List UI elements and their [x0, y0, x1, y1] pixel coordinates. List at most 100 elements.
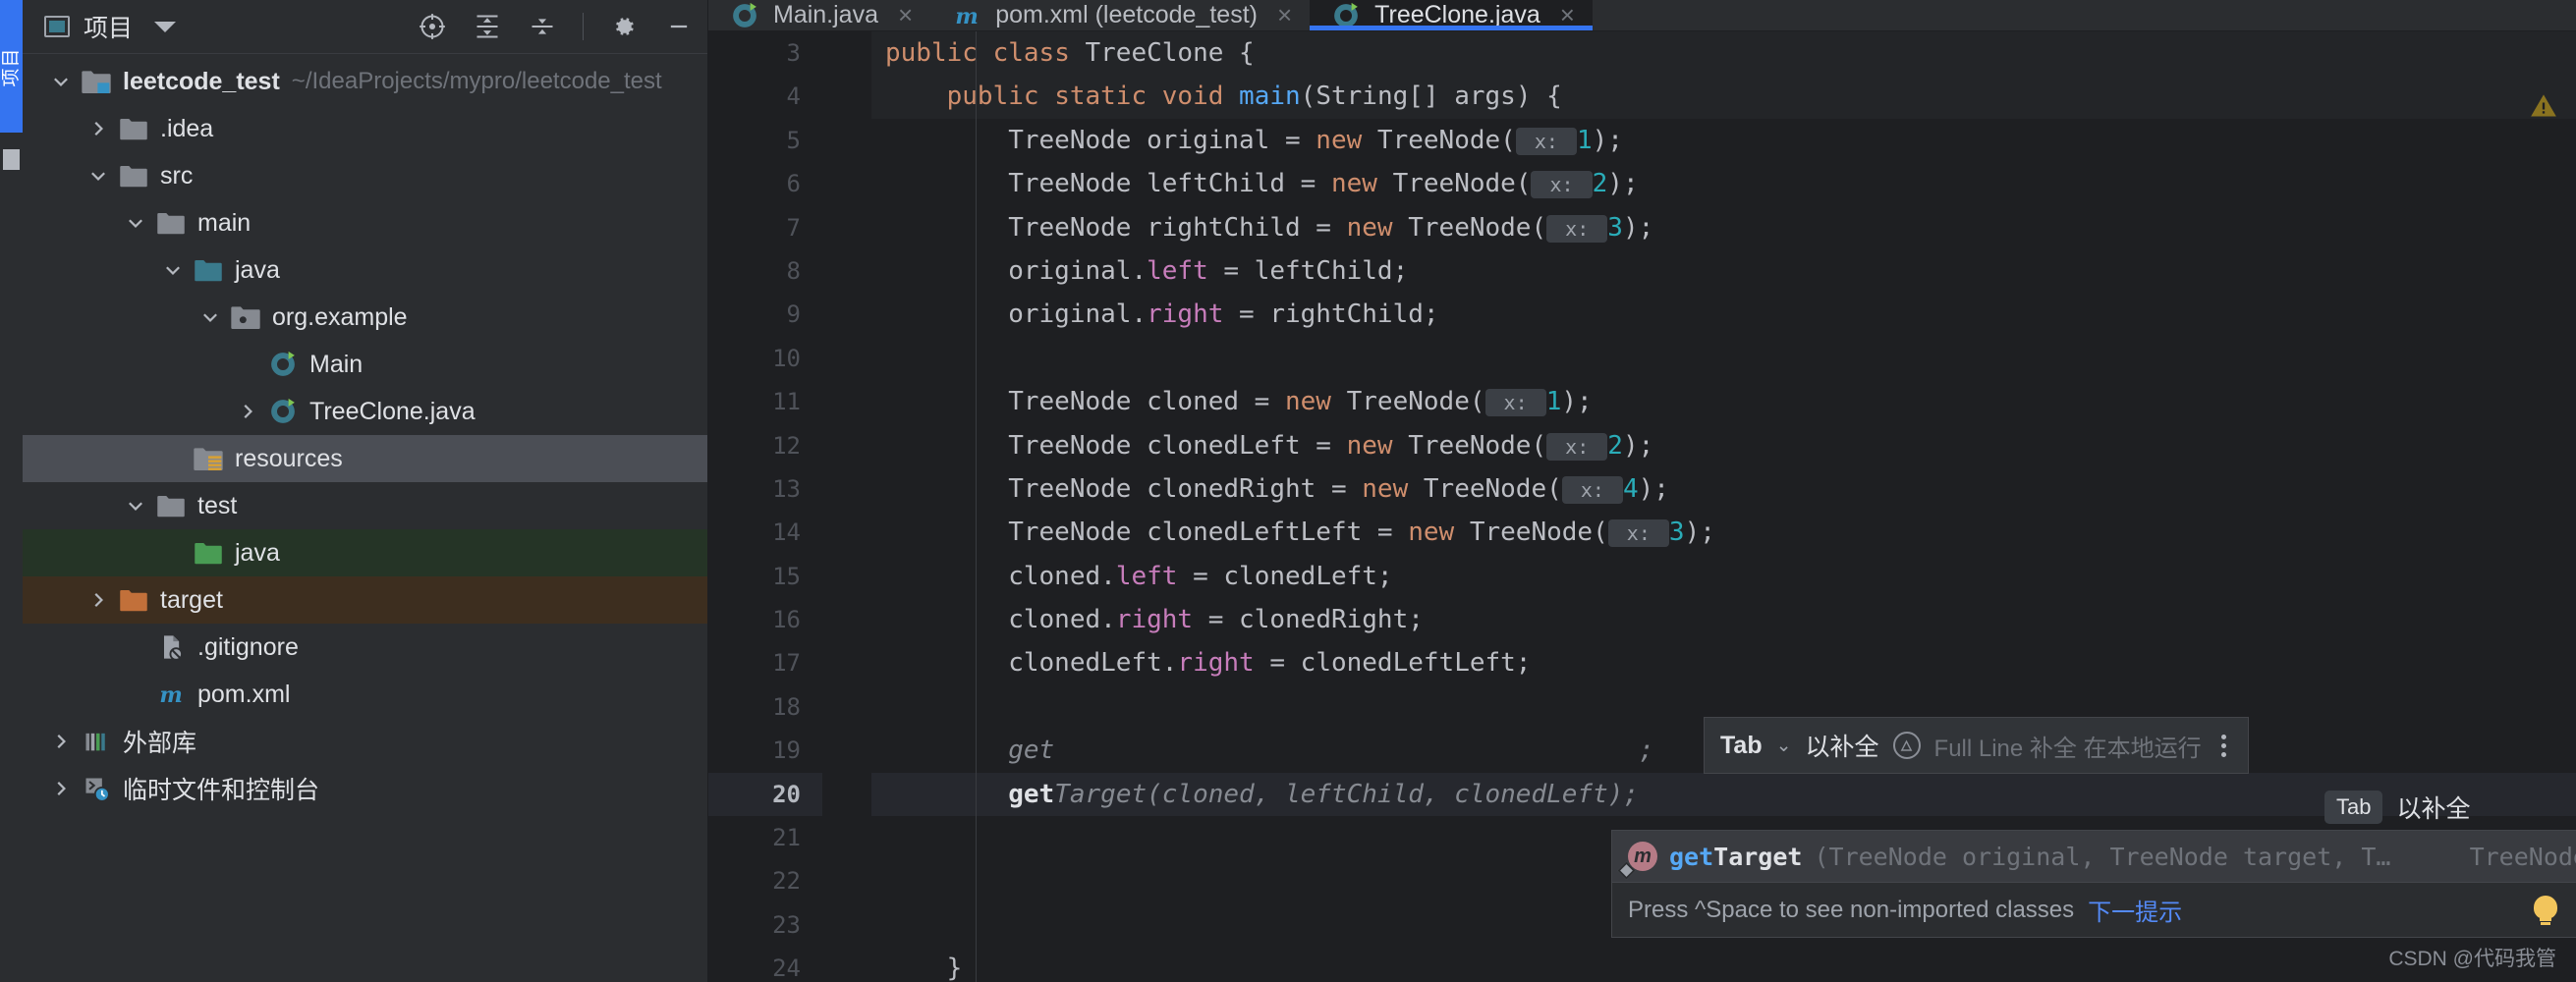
tree-row-target[interactable]: target	[23, 576, 707, 624]
completion-footer: Press ^Space to see non-imported classes…	[1612, 882, 2576, 937]
line-number-gutter[interactable]: 3 4 5 6 7 8 9 10 11 12 13 14 15 16 17 18 19 20 21 22 23 24	[708, 31, 822, 982]
code-line[interactable]: cloned.left = clonedLeft;	[871, 555, 2576, 598]
locate-icon[interactable]	[418, 12, 447, 41]
line-number[interactable]: 18	[708, 685, 822, 729]
tree-row-main[interactable]: main	[23, 199, 707, 246]
tree-row-resources[interactable]: resources	[23, 435, 707, 482]
line-number[interactable]: 11	[708, 380, 822, 423]
line-number[interactable]: 21	[708, 816, 822, 859]
collapse-all-icon[interactable]	[528, 12, 557, 41]
tree-row-label: src	[160, 161, 194, 190]
project-tree[interactable]: leetcode_test ~/IdeaProjects/mypro/leetco…	[23, 54, 707, 982]
line-number[interactable]: 22	[708, 859, 822, 902]
code-line[interactable]	[871, 337, 2576, 380]
completion-item[interactable]: m getTarget (TreeNode original, TreeNode…	[1612, 831, 2576, 882]
close-icon[interactable]: ×	[1560, 0, 1575, 30]
line-number[interactable]: 4	[708, 75, 822, 118]
tree-arrow-right-icon[interactable]	[82, 118, 115, 139]
tree-arrow-right-icon[interactable]	[82, 589, 115, 611]
tree-row-java[interactable]: java	[23, 246, 707, 294]
line-number[interactable]: 15	[708, 555, 822, 598]
line-number[interactable]: 24	[708, 947, 822, 982]
tree-arrow-right-icon[interactable]	[231, 401, 264, 422]
code-line[interactable]: TreeNode clonedRight = new TreeNode( x: …	[871, 467, 2576, 511]
tree-row----[interactable]: 外部库	[23, 718, 707, 765]
code-line[interactable]: original.right = rightChild;	[871, 293, 2576, 336]
excluded-folder-icon	[115, 587, 152, 613]
code-line[interactable]: }	[871, 947, 2576, 982]
line-number[interactable]: 3	[708, 31, 822, 75]
editor-tab-treeclone[interactable]: TreeClone.java ×	[1310, 0, 1593, 30]
line-number[interactable]: 12	[708, 424, 822, 467]
warning-triangle-icon[interactable]	[2529, 92, 2558, 125]
line-number[interactable]: 23	[708, 903, 822, 947]
code-line[interactable]: TreeNode original = new TreeNode( x: 1);	[871, 119, 2576, 162]
line-number[interactable]: 19	[708, 729, 822, 772]
close-icon[interactable]: ×	[898, 0, 913, 30]
chevron-down-icon[interactable]	[154, 21, 177, 32]
line-number[interactable]: 8	[708, 249, 822, 293]
code-token: left	[1147, 255, 1208, 286]
code-line[interactable]: clonedLeft.right = clonedLeftLeft;	[871, 641, 2576, 684]
tree-row-main[interactable]: Main	[23, 341, 707, 388]
code-token: x:	[1607, 519, 1669, 548]
code-line[interactable]: original.left = leftChild;	[871, 249, 2576, 293]
line-number[interactable]: 9	[708, 293, 822, 336]
tree-arrow-down-icon[interactable]	[82, 165, 115, 187]
line-number[interactable]: 16	[708, 598, 822, 641]
tree-row-.idea[interactable]: .idea	[23, 105, 707, 152]
code-token: x:	[1561, 475, 1623, 504]
code-line[interactable]: cloned.right = clonedRight;	[871, 598, 2576, 641]
line-number[interactable]: 17	[708, 641, 822, 684]
line-number[interactable]: 20	[708, 772, 822, 817]
tree-arrow-right-icon[interactable]	[44, 778, 78, 799]
next-tip-link[interactable]: 下一提示	[2088, 893, 2182, 927]
tree-row-treeclone.java[interactable]: TreeClone.java	[23, 388, 707, 435]
more-options-icon[interactable]	[2571, 899, 2576, 921]
tree-arrow-down-icon[interactable]	[156, 259, 190, 281]
code-line[interactable]: TreeNode cloned = new TreeNode( x: 1);	[871, 380, 2576, 423]
tree-row-.gitignore[interactable]: .gitignore	[23, 624, 707, 671]
line-number[interactable]: 14	[708, 511, 822, 554]
fullline-completion-popup[interactable]: Tab ⌄ 以补全 Full Line 补全 在本地运行	[1704, 717, 2249, 774]
line-number[interactable]: 10	[708, 337, 822, 380]
line-number[interactable]: 7	[708, 206, 822, 249]
expand-all-icon[interactable]	[473, 12, 502, 41]
tree-row-org.example[interactable]: org.example	[23, 294, 707, 341]
close-icon[interactable]: ×	[1277, 0, 1292, 30]
line-number[interactable]: 5	[708, 119, 822, 162]
code-line[interactable]: TreeNode leftChild = new TreeNode( x: 2)…	[871, 162, 2576, 205]
code-line[interactable]: TreeNode rightChild = new TreeNode( x: 3…	[871, 206, 2576, 249]
tree-row-src[interactable]: src	[23, 152, 707, 199]
tree-arrow-down-icon[interactable]	[119, 212, 152, 234]
tree-row---------[interactable]: 临时文件和控制台	[23, 765, 707, 812]
tree-row-test[interactable]: test	[23, 482, 707, 529]
code-line[interactable]: public class TreeClone {	[871, 31, 2576, 76]
settings-gear-icon[interactable]	[609, 12, 639, 41]
code-line[interactable]: TreeNode clonedLeftLeft = new TreeNode( …	[871, 511, 2576, 554]
inline-tab-hint[interactable]: Tab 以补全	[2324, 790, 2471, 825]
minimize-icon[interactable]	[664, 12, 694, 41]
tree-row-leetcode_test[interactable]: leetcode_test ~/IdeaProjects/mypro/leetco…	[23, 58, 707, 105]
editor-tab-main[interactable]: Main.java ×	[708, 0, 930, 30]
tree-arrow-right-icon[interactable]	[44, 731, 78, 752]
code-line[interactable]: public static void main(String[] args) {	[871, 75, 2576, 119]
code-line[interactable]: getTarget(cloned, leftChild, clonedLeft)…	[871, 772, 2576, 817]
line-number[interactable]: 13	[708, 467, 822, 511]
lightbulb-icon[interactable]	[2534, 895, 2557, 925]
editor-tabbar[interactable]: Main.java × m pom.xml (leetcode_test) × TreeC…	[708, 0, 2576, 31]
chevron-down-icon[interactable]: ⌄	[1776, 735, 1792, 757]
tree-row-pom.xml[interactable]: m pom.xml	[23, 671, 707, 718]
tree-arrow-down-icon[interactable]	[194, 306, 227, 328]
tree-arrow-down-icon[interactable]	[44, 71, 78, 92]
more-options-icon[interactable]	[2215, 734, 2232, 757]
line-number[interactable]: 6	[708, 162, 822, 205]
code-line[interactable]: TreeNode clonedLeft = new TreeNode( x: 2…	[871, 424, 2576, 467]
tree-row-java[interactable]: java	[23, 529, 707, 576]
rail-tab-project[interactable]: 项目	[0, 0, 23, 133]
fold-gutter[interactable]	[822, 31, 871, 982]
tree-arrow-down-icon[interactable]	[119, 495, 152, 517]
completion-lookup-popup[interactable]: m getTarget (TreeNode original, TreeNode…	[1611, 830, 2576, 938]
tree-row-label: Main	[309, 350, 364, 378]
editor-tab-pom[interactable]: m pom.xml (leetcode_test) ×	[930, 0, 1310, 30]
